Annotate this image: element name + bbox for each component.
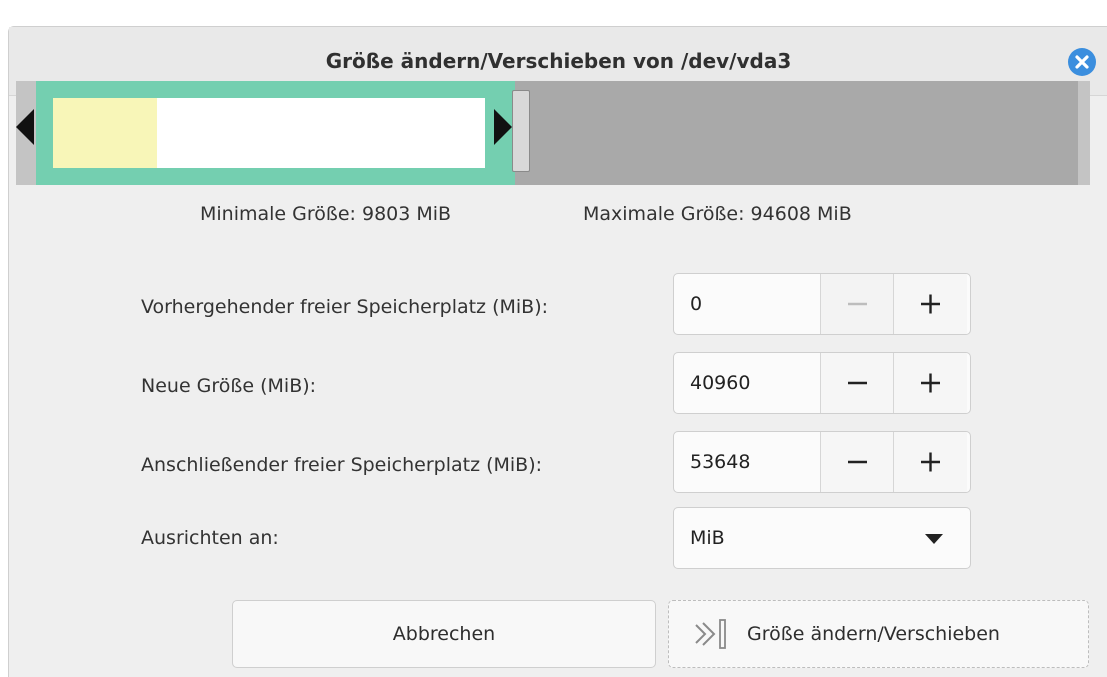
minus-icon xyxy=(848,381,867,385)
plus-icon xyxy=(921,452,940,472)
close-button[interactable] xyxy=(1068,48,1096,76)
align-selected-value: MiB xyxy=(690,527,725,549)
free-before-decrement-button[interactable] xyxy=(820,274,894,334)
cancel-button[interactable]: Abbrechen xyxy=(232,600,656,668)
free-after-decrement-button[interactable] xyxy=(820,432,894,492)
bar-edge-right xyxy=(1078,81,1090,185)
partition-visualizer xyxy=(16,81,1090,185)
max-size-label: Maximale Größe: 94608 MiB xyxy=(583,203,852,225)
align-label: Ausrichten an: xyxy=(141,527,279,549)
free-after-increment-button[interactable] xyxy=(893,432,967,492)
resize-slot xyxy=(512,90,530,172)
new-size-label: Neue Größe (MiB): xyxy=(141,375,317,397)
right-resize-handle-icon[interactable] xyxy=(494,109,512,145)
free-before-increment-button[interactable] xyxy=(893,274,967,334)
minus-icon xyxy=(848,460,867,464)
dropdown-arrow-icon xyxy=(925,534,943,544)
left-resize-handle-icon[interactable] xyxy=(16,109,34,145)
free-after-spinbox xyxy=(673,431,971,493)
free-after-label: Anschließender freier Speicherplatz (MiB… xyxy=(141,454,543,476)
resize-move-icon xyxy=(695,619,726,649)
partition-block[interactable] xyxy=(36,81,515,185)
plus-icon xyxy=(921,294,940,314)
new-size-decrement-button[interactable] xyxy=(820,353,894,413)
minus-icon xyxy=(848,302,867,306)
free-before-spinbox xyxy=(673,273,971,335)
partition-interior xyxy=(53,98,485,168)
new-size-spinbox xyxy=(673,352,971,414)
close-icon xyxy=(1075,55,1089,69)
apply-button-label: Größe ändern/Verschieben xyxy=(747,623,1000,645)
free-before-label: Vorhergehender freier Speicherplatz (MiB… xyxy=(141,296,549,318)
free-before-input[interactable] xyxy=(690,274,810,334)
plus-icon xyxy=(921,373,940,393)
apply-resize-button[interactable]: Größe ändern/Verschieben xyxy=(668,600,1089,668)
align-dropdown[interactable]: MiB xyxy=(673,507,971,569)
new-size-input[interactable] xyxy=(690,353,810,413)
free-after-input[interactable] xyxy=(690,432,810,492)
new-size-increment-button[interactable] xyxy=(893,353,967,413)
min-size-label: Minimale Größe: 9803 MiB xyxy=(200,203,452,225)
used-space-fill xyxy=(53,98,157,168)
